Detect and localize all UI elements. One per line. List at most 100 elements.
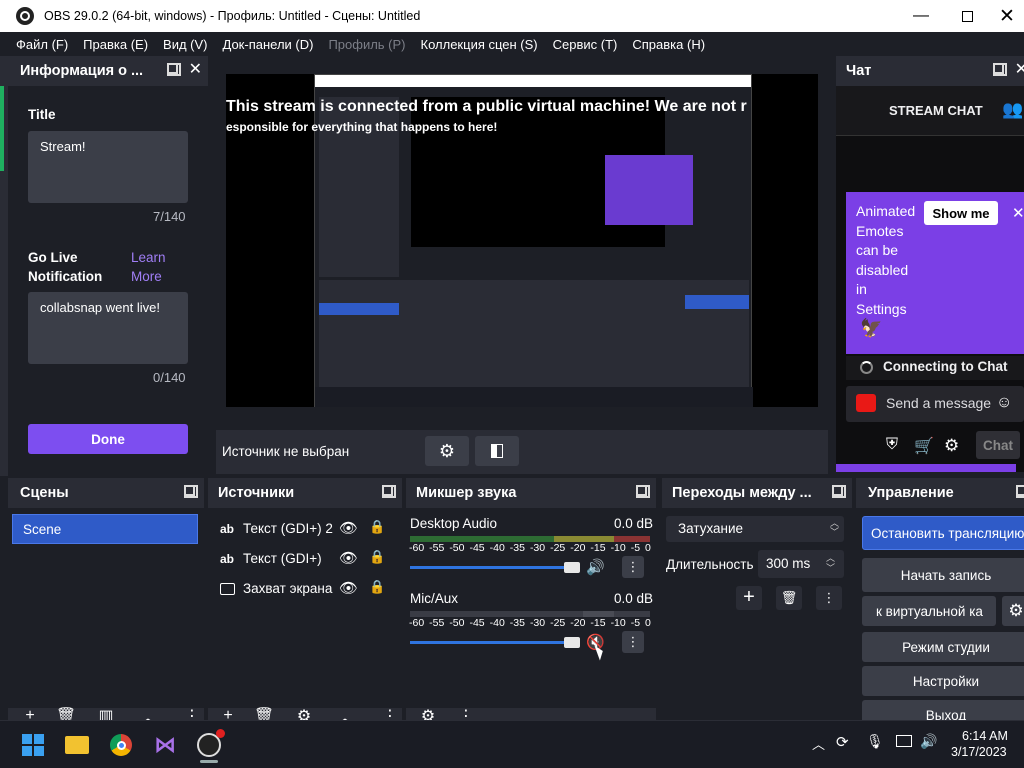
chrome-icon[interactable]: [108, 732, 134, 758]
studio-mode-button[interactable]: Режим студии: [862, 632, 1024, 662]
mixer-dock: Микшер звука Desktop Audio 0.0 dB -60 -55…: [406, 478, 656, 725]
menu-edit[interactable]: Правка (E): [83, 37, 148, 52]
display-icon[interactable]: [896, 735, 912, 747]
meter-scale: -60 -55 -50 -45 -40 -35 -30 -25 -20 -15 -10 -5 0: [409, 542, 651, 554]
transitions-title: Переходы между ...: [672, 485, 812, 501]
more-icon[interactable]: ⋮: [816, 586, 842, 610]
text-source-icon: ab: [220, 522, 235, 536]
connecting-row: Connecting to Chat: [846, 356, 1024, 380]
scene-item[interactable]: Scene: [12, 514, 198, 544]
undock-icon[interactable]: [166, 63, 181, 76]
microphone-icon[interactable]: 🎙: [866, 733, 884, 750]
emoji-icon[interactable]: ☺: [996, 394, 1012, 412]
source-properties-button[interactable]: ⚙: [425, 436, 469, 466]
trash-icon[interactable]: 🗑: [776, 586, 802, 610]
done-button[interactable]: Done: [28, 424, 188, 454]
info-dock-header: Информация о ... ✕: [8, 56, 208, 86]
menu-view[interactable]: Вид (V): [163, 37, 207, 52]
volume-slider[interactable]: [410, 566, 570, 569]
undock-icon[interactable]: [992, 63, 1007, 76]
undock-icon[interactable]: [184, 485, 198, 498]
slider-knob[interactable]: [564, 562, 580, 573]
sources-dock: Источники ab Текст (GDI+) 2 👁 🔒 ab Текст…: [208, 478, 402, 727]
source-filters-button[interactable]: [475, 436, 519, 466]
show-me-button[interactable]: Show me: [924, 201, 998, 225]
obs-taskbar-icon[interactable]: [196, 729, 225, 758]
start-recording-button[interactable]: Начать запись: [862, 558, 1024, 592]
preview-canvas[interactable]: This stream is connected from a public v…: [226, 74, 818, 407]
volume-icon[interactable]: 🔊: [920, 733, 937, 750]
stop-streaming-button[interactable]: Остановить трансляцию: [862, 516, 1024, 550]
no-source-label: Источник не выбран: [222, 444, 350, 459]
file-explorer-icon[interactable]: [64, 732, 90, 758]
more-icon[interactable]: ⋮: [622, 631, 644, 653]
title-input[interactable]: Stream!: [28, 131, 188, 203]
title-char-count: 7/140: [153, 209, 186, 224]
menu-profile[interactable]: Профиль (P): [328, 37, 405, 52]
clock-date[interactable]: 3/17/2023: [951, 745, 1007, 759]
close-button[interactable]: ✕: [984, 0, 1024, 32]
undock-icon[interactable]: [1016, 485, 1024, 498]
windows-start-icon[interactable]: [20, 732, 46, 758]
users-icon[interactable]: 👥: [1002, 100, 1023, 120]
menu-docks[interactable]: Док-панели (D): [223, 37, 314, 52]
lock-icon[interactable]: 🔒: [369, 579, 385, 595]
close-icon[interactable]: ✕: [189, 62, 202, 78]
source-item-label: Захват экрана: [243, 581, 333, 596]
minimize-button[interactable]: —: [898, 0, 944, 32]
scenes-list: Scene: [8, 508, 204, 708]
lock-icon[interactable]: 🔒: [369, 519, 385, 535]
send-message-input[interactable]: Send a message ☺: [846, 386, 1024, 422]
source-item[interactable]: Захват экрана 👁 🔒: [208, 574, 402, 604]
meter-tick-label: -5: [630, 542, 641, 554]
menu-file[interactable]: Файл (F): [16, 37, 68, 52]
menu-scene-collection[interactable]: Коллекция сцен (S): [421, 37, 538, 52]
visual-studio-icon[interactable]: ⋈: [152, 732, 178, 758]
shield-icon[interactable]: ⛨: [886, 436, 898, 454]
meter-tick-label: -35: [509, 617, 525, 629]
virtual-camera-button[interactable]: к виртуальной ка: [862, 596, 996, 626]
undock-icon[interactable]: [636, 485, 650, 498]
promo-close-icon[interactable]: ✕: [1012, 204, 1024, 222]
source-item[interactable]: ab Текст (GDI+) 👁 🔒: [208, 544, 402, 574]
mixer-body: Desktop Audio 0.0 dB -60 -55 -50 -45 -40 -35-…: [406, 508, 656, 708]
source-toolbar: Источник не выбран ⚙: [216, 430, 828, 474]
eye-icon[interactable]: 👁: [339, 579, 358, 597]
lock-icon[interactable]: 🔒: [369, 549, 385, 565]
settings-gear-icon[interactable]: ⚙: [944, 436, 959, 456]
settings-button[interactable]: Настройки: [862, 666, 1024, 696]
golive-input[interactable]: collabsnap went live!: [28, 292, 188, 364]
learn-more-link[interactable]: Learn More: [131, 248, 181, 286]
menu-tools[interactable]: Сервис (T): [553, 37, 618, 52]
cart-icon[interactable]: 🛒: [914, 436, 934, 456]
virtual-camera-settings-icon[interactable]: ⚙: [1002, 596, 1024, 626]
eye-icon[interactable]: 👁: [339, 549, 358, 567]
meter-tick-label: 0: [645, 542, 651, 554]
meter-tick-label: -20: [570, 617, 586, 629]
title-label: Title: [28, 107, 56, 122]
transition-select[interactable]: Затухание ︿ ﹀: [666, 516, 844, 542]
source-item[interactable]: ab Текст (GDI+) 2 👁 🔒: [208, 514, 402, 544]
chat-send-button[interactable]: Chat: [976, 431, 1020, 459]
slider-knob[interactable]: [564, 637, 580, 648]
duration-spinbox[interactable]: 300 ms ︿ ﹀: [758, 550, 844, 578]
meter-tick-label: -15: [590, 542, 606, 554]
menu-help[interactable]: Справка (H): [632, 37, 705, 52]
speaker-icon[interactable]: 🔊: [586, 558, 605, 576]
emote-icon: 🦅: [860, 318, 883, 338]
add-transition-button[interactable]: +: [736, 586, 762, 610]
eye-icon[interactable]: 👁: [339, 519, 358, 537]
more-icon[interactable]: ⋮: [622, 556, 644, 578]
sync-icon[interactable]: ⟳: [836, 733, 849, 751]
close-icon[interactable]: ✕: [1015, 62, 1024, 78]
tray-chevron-icon[interactable]: ︿: [812, 734, 825, 753]
undock-icon[interactable]: [382, 485, 396, 498]
clock-time[interactable]: 6:14 AM: [962, 729, 1008, 743]
chat-body: Animated Emotes can be disabled in Setti…: [836, 136, 1024, 472]
volume-slider[interactable]: [410, 641, 570, 644]
undock-icon[interactable]: [832, 485, 846, 498]
source-item-label: Текст (GDI+): [243, 551, 322, 566]
window-title: OBS 29.0.2 (64-bit, windows) - Профиль: …: [44, 9, 421, 23]
scenes-title: Сцены: [20, 485, 69, 501]
spin-arrows-icon[interactable]: ︿ ﹀: [826, 553, 835, 573]
